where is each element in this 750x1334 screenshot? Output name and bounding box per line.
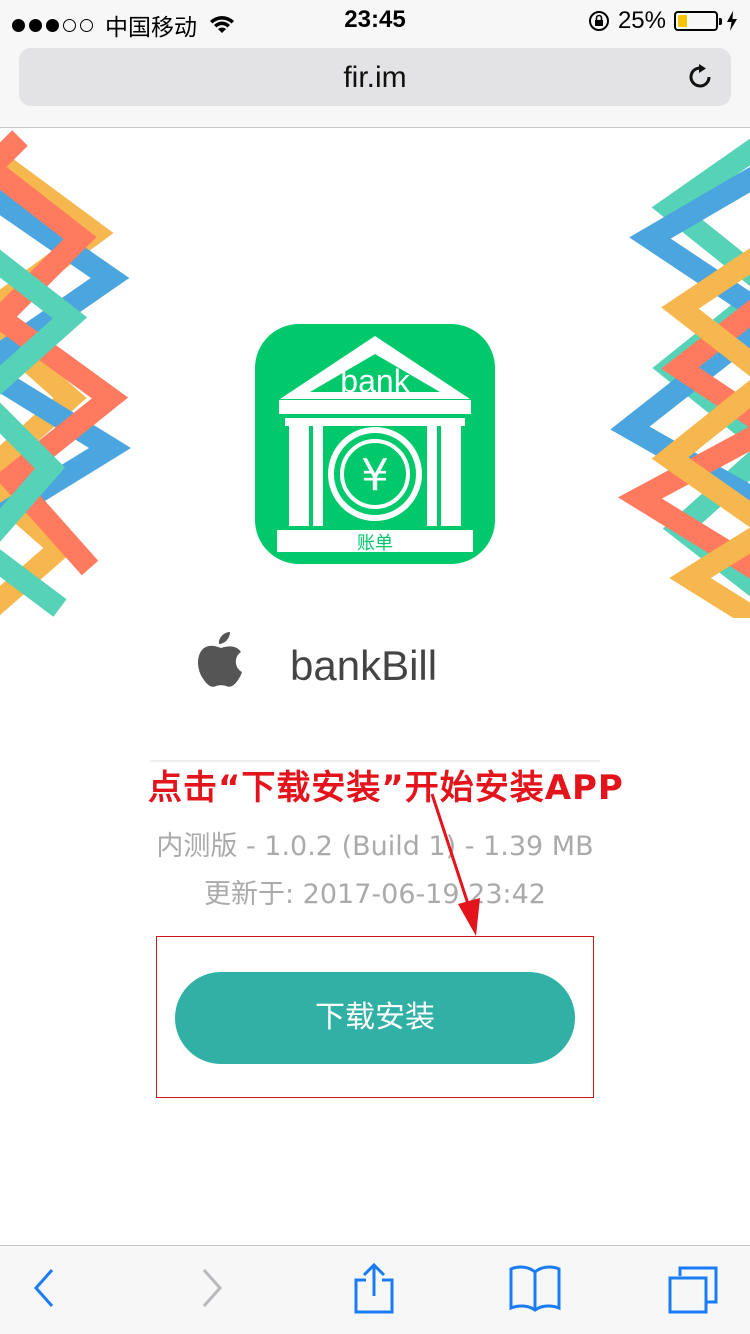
app-icon-label: bank [340, 363, 410, 399]
reload-icon[interactable] [685, 62, 715, 92]
battery-icon [674, 11, 722, 31]
bookmarks-icon[interactable] [508, 1264, 562, 1312]
forward-icon[interactable] [198, 1266, 226, 1310]
address-bar[interactable]: fir.im [19, 48, 731, 106]
right-ribbon-decoration [610, 138, 750, 618]
left-ribbon-decoration [0, 130, 131, 617]
version-info: 内测版 - 1.0.2 (Build 1) - 1.39 MB [156, 831, 594, 862]
app-name: bankBill [290, 642, 438, 689]
install-button[interactable]: 下载安装 [175, 972, 575, 1064]
browser-toolbar [0, 1245, 750, 1334]
battery-fill [678, 15, 687, 27]
app-icon-subtext: 账单 [357, 533, 393, 554]
tabs-icon[interactable] [666, 1264, 720, 1314]
apple-icon [198, 632, 242, 687]
back-icon[interactable] [30, 1266, 58, 1310]
app-title-row: bankBill [0, 628, 750, 708]
battery-percent: 25% [617, 7, 666, 34]
charging-bolt-icon [727, 11, 737, 31]
url-text: fir.im [343, 61, 407, 94]
page: 中国移动 23:45 25% fir.im bank ¥ 账单 bankBill… [0, 0, 750, 1334]
annotation-text: 点击“下载安装”开始安装APP [148, 768, 624, 808]
updated-info: 更新于: 2017-06-19 23:42 [204, 879, 546, 910]
status-bar: 中国移动 23:45 25% [0, 0, 750, 41]
browser-address-area: fir.im [0, 40, 750, 128]
yen-symbol: ¥ [361, 450, 389, 501]
share-icon[interactable] [350, 1262, 398, 1314]
orientation-lock-icon [588, 11, 609, 31]
annotation-arrow [430, 793, 480, 936]
status-right: 25% [588, 7, 738, 35]
app-icon: bank ¥ 账单 [255, 324, 495, 564]
